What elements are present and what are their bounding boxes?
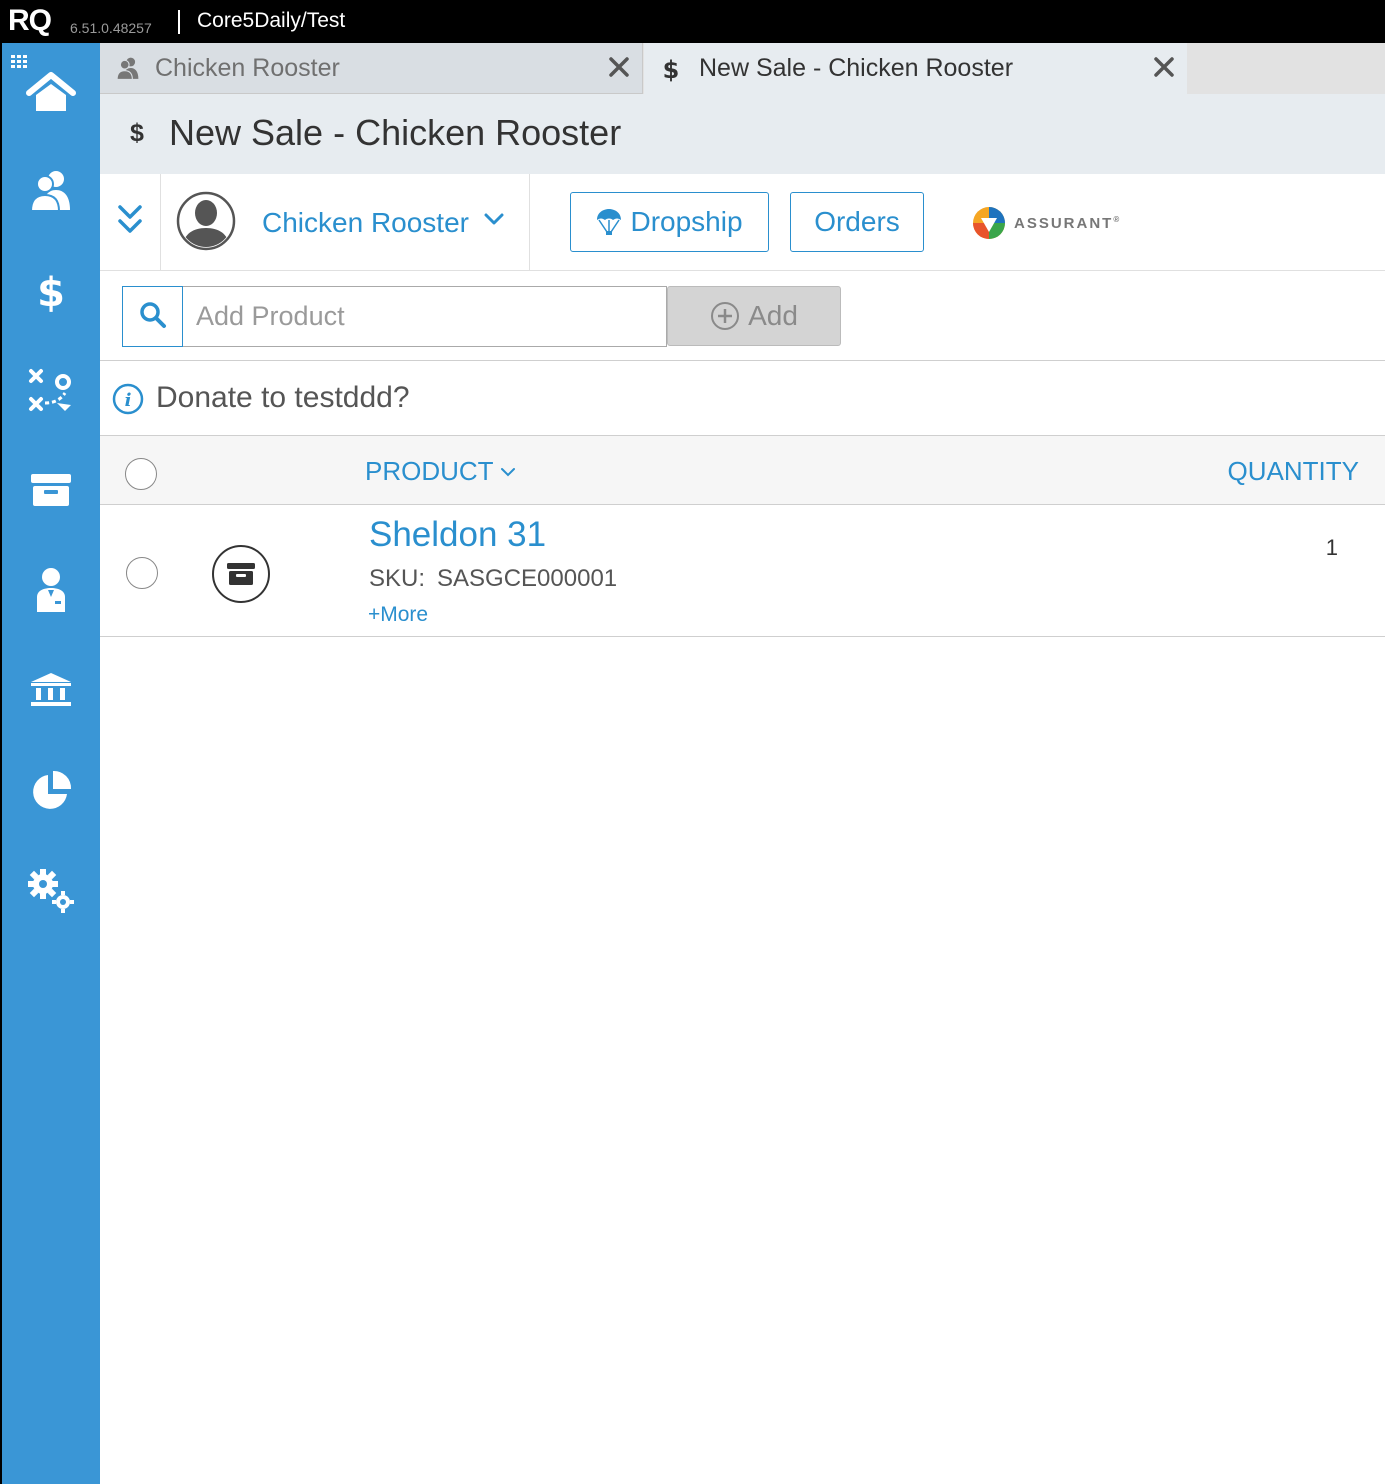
app-logo: RQ — [8, 4, 52, 37]
product-name[interactable]: Sheldon 31 — [369, 515, 546, 555]
page-title: New Sale - Chicken Rooster — [169, 112, 622, 153]
sidebar-item-strategy[interactable] — [2, 357, 100, 427]
expand-button[interactable] — [100, 174, 161, 270]
product-column-label: PRODUCT — [365, 456, 494, 486]
assurant-label: ASSURANT® — [1014, 214, 1122, 232]
customers-icon — [116, 56, 140, 84]
product-column-header[interactable]: PRODUCT — [365, 456, 516, 487]
dollar-icon: $ — [36, 268, 66, 318]
double-chevron-down-icon — [117, 203, 143, 241]
tab-new-sale[interactable]: $ New Sale - Chicken Rooster — [644, 43, 1187, 94]
chevron-down-icon — [484, 212, 504, 231]
assurant-button[interactable]: ASSURANT® — [972, 206, 1121, 240]
sidebar-item-settings[interactable] — [2, 858, 100, 928]
pie-chart-icon — [29, 769, 73, 817]
svg-text:i: i — [125, 390, 132, 411]
title-separator — [178, 10, 180, 34]
page-header: $ New Sale - Chicken Rooster — [100, 94, 1385, 174]
sidebar-item-sales[interactable]: $ — [2, 258, 100, 328]
tab-label: New Sale - Chicken Rooster — [699, 54, 1014, 82]
add-label: Add — [748, 300, 798, 331]
tab-label: Chicken Rooster — [155, 53, 340, 82]
add-button[interactable]: Add — [667, 286, 841, 346]
inventory-icon — [211, 544, 271, 608]
sidebar-item-customers[interactable] — [2, 157, 100, 227]
customer-name: Chicken Rooster — [262, 207, 469, 238]
info-icon: i — [112, 383, 144, 419]
strategy-icon — [27, 367, 75, 417]
search-icon — [139, 301, 167, 333]
sidebar-item-banking[interactable] — [2, 657, 100, 727]
bank-icon — [29, 672, 73, 712]
main-content: Chicken Rooster $ New Sale - Chicken Roo… — [100, 43, 1385, 1484]
avatar — [176, 191, 236, 255]
select-all-radio[interactable] — [125, 458, 157, 490]
inventory-icon — [30, 473, 72, 511]
employee-icon — [35, 567, 67, 617]
table-row: Sheldon 31 SKU: SASGCE000001 +More 1 — [100, 505, 1385, 637]
svg-text:$: $ — [37, 270, 65, 314]
sidebar-item-home[interactable] — [2, 60, 100, 130]
chevron-down-icon — [494, 466, 516, 478]
customer-selector[interactable]: Chicken Rooster — [162, 174, 530, 270]
add-product-input[interactable] — [183, 286, 667, 347]
dropship-button[interactable]: Dropship — [570, 192, 769, 252]
orders-button[interactable]: Orders — [790, 192, 924, 252]
close-icon[interactable] — [608, 56, 630, 82]
add-product-row: Add — [100, 271, 1385, 361]
sidebar: $ — [2, 43, 100, 1484]
customers-icon — [29, 168, 72, 216]
title-bar: RQ 6.51.0.48257 Core5Daily/Test — [0, 0, 1385, 43]
dropship-label: Dropship — [630, 206, 743, 237]
sale-toolbar: Chicken Rooster Dropship Orders ASSURANT… — [100, 174, 1385, 271]
row-select-radio[interactable] — [126, 557, 158, 589]
app-version: 6.51.0.48257 — [70, 20, 152, 36]
sidebar-item-reports[interactable] — [2, 758, 100, 828]
table-header: PRODUCT QUANTITY — [100, 436, 1385, 505]
database-name: Core5Daily/Test — [197, 9, 346, 32]
assurant-logo-icon — [972, 206, 1006, 240]
search-button[interactable] — [122, 286, 183, 347]
gear-icon — [26, 867, 76, 919]
parachute-icon — [596, 208, 622, 236]
donate-link[interactable]: Donate to testddd? — [156, 381, 410, 415]
dollar-icon: $ — [130, 119, 144, 147]
tab-strip: Chicken Rooster $ New Sale - Chicken Roo… — [100, 43, 1385, 94]
product-sku: SKU: SASGCE000001 — [369, 565, 618, 592]
close-icon[interactable] — [1153, 56, 1175, 82]
product-quantity[interactable]: 1 — [1326, 535, 1338, 561]
dollar-icon: $ — [660, 56, 682, 86]
more-link[interactable]: +More — [368, 603, 428, 627]
sidebar-item-employee[interactable] — [2, 557, 100, 627]
quantity-column-header: QUANTITY — [1227, 456, 1359, 486]
donation-prompt: i Donate to testddd? — [100, 361, 1385, 436]
svg-text:$: $ — [663, 56, 680, 82]
tab-customer[interactable]: Chicken Rooster — [100, 43, 643, 94]
sidebar-item-inventory[interactable] — [2, 457, 100, 527]
plus-circle-icon — [710, 301, 748, 331]
home-icon — [26, 71, 76, 119]
